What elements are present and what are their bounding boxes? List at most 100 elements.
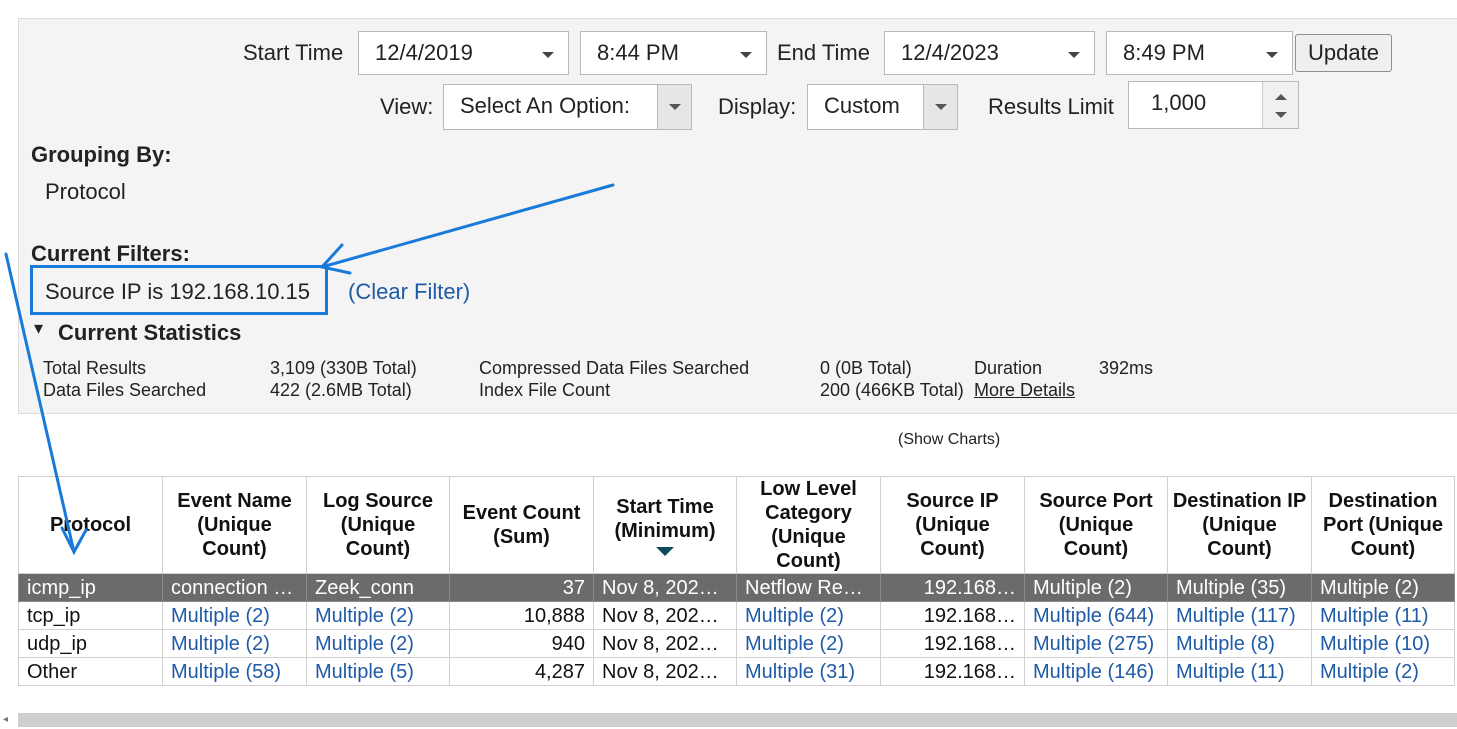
start-date-select[interactable]: 12/4/2019 — [358, 31, 569, 75]
cell-event-name[interactable]: Multiple (58) — [162, 657, 307, 686]
cell-source-ip[interactable]: 192.168… — [880, 629, 1025, 658]
table-row[interactable]: udp_ip Multiple (2) Multiple (2) 940 Nov… — [18, 629, 1455, 658]
table-header-row: Protocol Event Name (Unique Count) Log S… — [18, 476, 1455, 574]
column-header-source-port[interactable]: Source Port (Unique Count) — [1024, 476, 1168, 574]
cell-destination-ip[interactable]: Multiple (117) — [1167, 601, 1312, 630]
cell-protocol[interactable]: Other — [18, 657, 163, 686]
chevron-down-icon — [1068, 52, 1080, 58]
grouping-value: Protocol — [45, 179, 126, 204]
column-header-event-name[interactable]: Event Name (Unique Count) — [162, 476, 307, 574]
clear-filter-link[interactable]: (Clear Filter) — [348, 279, 470, 305]
column-header-source-ip[interactable]: Source IP (Unique Count) — [880, 476, 1025, 574]
cell-destination-ip[interactable]: Multiple (35) — [1167, 573, 1312, 602]
start-time-select[interactable]: 8:44 PM — [580, 31, 767, 75]
cell-destination-port[interactable]: Multiple (10) — [1311, 629, 1455, 658]
show-charts-link[interactable]: (Show Charts) — [898, 431, 1000, 449]
cell-destination-ip[interactable]: Multiple (11) — [1167, 657, 1312, 686]
cell-source-ip[interactable]: 192.168… — [880, 657, 1025, 686]
cell-destination-port[interactable]: Multiple (11) — [1311, 601, 1455, 630]
start-time-value: 8:44 PM — [597, 40, 679, 65]
cell-destination-ip[interactable]: Multiple (8) — [1167, 629, 1312, 658]
cell-event-name[interactable]: Multiple (2) — [162, 629, 307, 658]
results-limit-label: Results Limit — [988, 94, 1114, 119]
stepper-icon[interactable] — [1262, 82, 1298, 128]
cell-event-count[interactable]: 37 — [449, 573, 594, 602]
chevron-down-icon — [740, 52, 752, 58]
cell-source-port[interactable]: Multiple (644) — [1024, 601, 1168, 630]
start-date-value: 12/4/2019 — [375, 40, 473, 65]
chevron-down-icon — [1266, 52, 1278, 58]
cell-protocol[interactable]: udp_ip — [18, 629, 163, 658]
search-controls-panel — [18, 18, 1457, 414]
grouping-heading: Grouping By: — [31, 142, 172, 167]
column-header-destination-ip[interactable]: Destination IP (Unique Count) — [1167, 476, 1312, 574]
cell-start-time[interactable]: Nov 8, 202… — [593, 601, 737, 630]
results-limit-value: 1,000 — [1151, 90, 1207, 115]
more-details-link[interactable]: More Details — [974, 379, 1075, 401]
cell-source-port[interactable]: Multiple (146) — [1024, 657, 1168, 686]
total-results-label: Total Results — [43, 358, 147, 378]
cell-destination-port[interactable]: Multiple (2) — [1311, 657, 1455, 686]
cell-event-count[interactable]: 940 — [449, 629, 594, 658]
display-label: Display: — [718, 94, 797, 119]
cell-log-source[interactable]: Zeek_conn — [306, 573, 450, 602]
end-time-select[interactable]: 8:49 PM — [1106, 31, 1293, 75]
duration-value: 392ms — [1099, 358, 1154, 378]
view-select[interactable]: Select An Option: — [443, 84, 692, 130]
duration-label: Duration — [974, 358, 1043, 378]
cell-source-port[interactable]: Multiple (275) — [1024, 629, 1168, 658]
cell-source-ip[interactable]: 192.168… — [880, 573, 1025, 602]
cell-low-level-category[interactable]: Netflow Re… — [736, 573, 881, 602]
cell-protocol[interactable]: icmp_ip — [18, 573, 163, 602]
end-date-select[interactable]: 12/4/2023 — [884, 31, 1095, 75]
end-time-label: End Time — [777, 40, 870, 65]
column-header-low-level-category[interactable]: Low Level Category (Unique Count) — [736, 476, 881, 574]
results-table: Protocol Event Name (Unique Count) Log S… — [18, 476, 1455, 686]
cell-start-time[interactable]: Nov 8, 202… — [593, 657, 737, 686]
collapse-triangle-icon[interactable]: ▾ — [34, 318, 43, 339]
horizontal-scrollbar[interactable] — [18, 713, 1457, 727]
cell-low-level-category[interactable]: Multiple (2) — [736, 629, 881, 658]
end-time-value: 8:49 PM — [1123, 40, 1205, 65]
cell-source-port[interactable]: Multiple (2) — [1024, 573, 1168, 602]
cell-event-count[interactable]: 4,287 — [449, 657, 594, 686]
cell-source-ip[interactable]: 192.168… — [880, 601, 1025, 630]
column-header-start-time[interactable]: Start Time (Minimum) — [593, 476, 737, 574]
chevron-down-icon — [923, 85, 957, 129]
table-row[interactable]: Other Multiple (58) Multiple (5) 4,287 N… — [18, 657, 1455, 686]
column-header-event-count[interactable]: Event Count (Sum) — [449, 476, 594, 574]
cell-protocol[interactable]: tcp_ip — [18, 601, 163, 630]
statistics-heading[interactable]: Current Statistics — [58, 320, 241, 346]
total-results-value: 3,109 (330B Total) — [270, 358, 417, 378]
chevron-down-icon — [542, 52, 554, 58]
end-date-value: 12/4/2023 — [901, 40, 999, 65]
column-header-log-source[interactable]: Log Source (Unique Count) — [306, 476, 450, 574]
cell-low-level-category[interactable]: Multiple (31) — [736, 657, 881, 686]
cell-low-level-category[interactable]: Multiple (2) — [736, 601, 881, 630]
chevron-down-icon — [657, 85, 691, 129]
cell-event-count[interactable]: 10,888 — [449, 601, 594, 630]
results-limit-input[interactable]: 1,000 — [1128, 81, 1299, 129]
cell-log-source[interactable]: Multiple (2) — [306, 601, 450, 630]
table-row[interactable]: tcp_ip Multiple (2) Multiple (2) 10,888 … — [18, 601, 1455, 630]
cell-log-source[interactable]: Multiple (5) — [306, 657, 450, 686]
column-header-destination-port[interactable]: Destination Port (Unique Count) — [1311, 476, 1455, 574]
update-button[interactable]: Update — [1295, 34, 1392, 72]
annotation-highlight-box — [30, 265, 328, 315]
cell-start-time[interactable]: Nov 8, 202… — [593, 573, 737, 602]
cell-event-name[interactable]: Multiple (2) — [162, 601, 307, 630]
column-header-protocol[interactable]: Protocol — [18, 476, 163, 574]
view-value: Select An Option: — [460, 93, 630, 118]
cell-start-time[interactable]: Nov 8, 202… — [593, 629, 737, 658]
cell-event-name[interactable]: connection … — [162, 573, 307, 602]
display-select[interactable]: Custom — [807, 84, 958, 130]
compressed-files-label: Compressed Data Files Searched — [479, 358, 750, 378]
scroll-left-icon[interactable]: ◂ — [3, 714, 8, 725]
cell-destination-port[interactable]: Multiple (2) — [1311, 573, 1455, 602]
index-count-value: 200 (466KB Total) — [820, 380, 964, 400]
index-count-label: Index File Count — [479, 380, 611, 400]
table-row[interactable]: icmp_ip connection … Zeek_conn 37 Nov 8,… — [18, 573, 1455, 602]
start-time-label: Start Time — [243, 40, 344, 65]
display-value: Custom — [824, 93, 900, 118]
cell-log-source[interactable]: Multiple (2) — [306, 629, 450, 658]
